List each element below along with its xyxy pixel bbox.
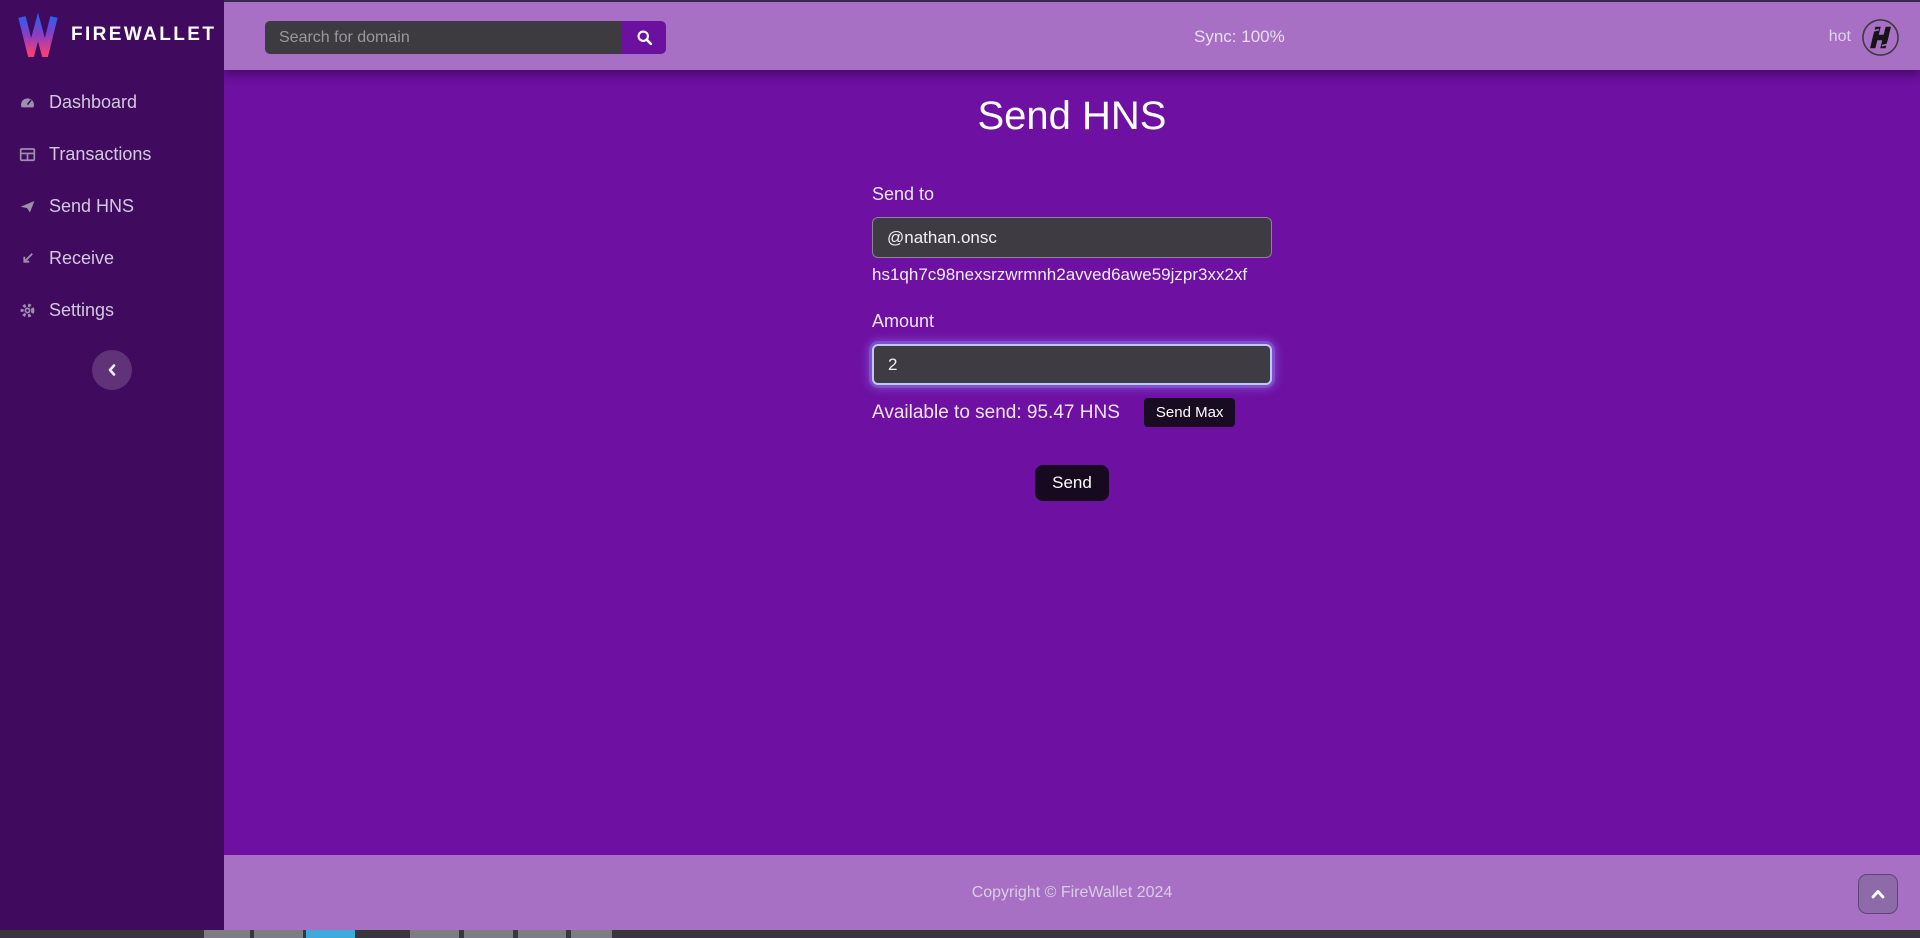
back-to-top-button[interactable]	[1858, 874, 1898, 914]
handshake-logo-icon[interactable]	[1861, 18, 1900, 57]
sidebar-item-label: Dashboard	[49, 92, 137, 113]
send-button-row: Send	[872, 465, 1272, 501]
available-balance: Available to send: 95.47 HNS	[872, 402, 1120, 424]
send-plane-icon	[18, 197, 36, 215]
copyright-text: Copyright © FireWallet 2024	[972, 884, 1173, 902]
search-input[interactable]	[265, 21, 622, 54]
search-icon	[636, 29, 653, 46]
resolved-address: hs1qh7c98nexsrzwrmnh2avved6awe59jzpr3xx2…	[872, 265, 1272, 285]
brand-name: FIREWALLET	[71, 24, 216, 46]
brand: FIREWALLET	[0, 0, 224, 58]
taskbar[interactable]	[0, 930, 1920, 938]
top-header: Sync: 100% hot	[224, 0, 1920, 70]
taskbar-segment[interactable]	[306, 930, 355, 938]
chevron-up-icon	[1870, 888, 1886, 900]
chevron-left-icon	[105, 362, 119, 378]
send-page: Send HNS Send to hs1qh7c98nexsrzwrmnh2av…	[224, 70, 1920, 855]
sidebar-item-receive[interactable]: Receive	[0, 232, 224, 284]
page-title: Send HNS	[224, 70, 1920, 140]
dashboard-gauge-icon	[18, 93, 36, 111]
send-max-button[interactable]: Send Max	[1144, 398, 1236, 427]
sidebar-nav: Dashboard Transactions Send HNS	[0, 76, 224, 336]
taskbar-segment[interactable]	[254, 930, 303, 938]
receive-arrow-icon	[18, 249, 36, 267]
taskbar-segment[interactable]	[410, 930, 459, 938]
sidebar-item-label: Settings	[49, 300, 114, 321]
taskbar-segment[interactable]	[518, 930, 566, 938]
amount-input[interactable]	[872, 344, 1272, 385]
available-row: Available to send: 95.47 HNS Send Max	[872, 398, 1272, 427]
firewallet-logo-icon	[18, 13, 58, 57]
sidebar-item-label: Send HNS	[49, 196, 134, 217]
sidebar-item-label: Transactions	[49, 144, 151, 165]
footer: Copyright © FireWallet 2024	[224, 855, 1920, 930]
sidebar: FIREWALLET Dashboard Transactions	[0, 0, 224, 930]
send-to-input[interactable]	[872, 217, 1272, 258]
sidebar-item-transactions[interactable]: Transactions	[0, 128, 224, 180]
sidebar-item-label: Receive	[49, 248, 114, 269]
send-form: Send to hs1qh7c98nexsrzwrmnh2avved6awe59…	[872, 184, 1272, 501]
taskbar-segment[interactable]	[204, 930, 250, 938]
transactions-table-icon	[18, 145, 36, 163]
wallet-name[interactable]: hot	[1829, 28, 1851, 46]
sidebar-collapse-button[interactable]	[92, 350, 132, 390]
domain-search	[265, 21, 666, 54]
sidebar-item-dashboard[interactable]: Dashboard	[0, 76, 224, 128]
settings-gear-icon	[18, 301, 36, 319]
taskbar-segment[interactable]	[464, 930, 513, 938]
search-button[interactable]	[622, 21, 666, 54]
sync-status: Sync: 100%	[1194, 2, 1285, 72]
sidebar-item-settings[interactable]: Settings	[0, 284, 224, 336]
send-to-label: Send to	[872, 184, 1272, 205]
sidebar-item-send-hns[interactable]: Send HNS	[0, 180, 224, 232]
taskbar-segment[interactable]	[571, 930, 612, 938]
amount-label: Amount	[872, 311, 1272, 332]
send-button[interactable]: Send	[1035, 465, 1109, 501]
wallet-switcher: hot	[1829, 2, 1900, 72]
